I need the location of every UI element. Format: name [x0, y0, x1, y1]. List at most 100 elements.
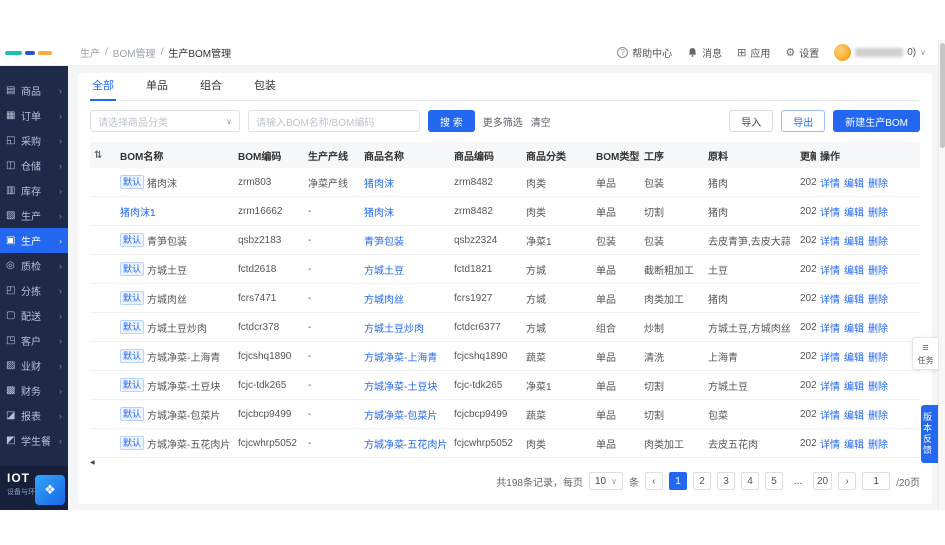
detail-link[interactable]: 详情 — [820, 204, 840, 219]
sidebar-item-finance[interactable]: ▩财务› — [0, 378, 68, 403]
page-button-4[interactable]: 4 — [741, 472, 759, 490]
sidebar-item-business-finance[interactable]: ▨业财› — [0, 353, 68, 378]
default-badge: 默认 — [120, 349, 144, 363]
scroll-left-icon[interactable]: ◀ — [90, 459, 95, 466]
edit-link[interactable]: 编辑 — [844, 436, 864, 451]
delete-link[interactable]: 删除 — [868, 407, 888, 422]
detail-link[interactable]: 详情 — [820, 349, 840, 364]
sidebar-item-student-meals[interactable]: ◩学生餐› — [0, 428, 68, 453]
horizontal-scrollbar[interactable]: ◀ — [90, 458, 920, 466]
edit-link[interactable]: 编辑 — [844, 407, 864, 422]
sidebar-item-sorting[interactable]: ◰分拣› — [0, 278, 68, 303]
bom-name[interactable]: 猪肉沫1 — [120, 204, 156, 219]
product-name-link[interactable]: 青笋包装 — [360, 233, 450, 248]
page-size-select[interactable]: 10∨ — [589, 472, 623, 490]
column-settings-icon[interactable]: ⇅ — [94, 150, 102, 161]
search-button[interactable]: 搜 索 — [428, 110, 475, 132]
page-button-5[interactable]: 5 — [765, 472, 783, 490]
sidebar-item-customers[interactable]: ◳客户› — [0, 328, 68, 353]
category-select[interactable]: 请选择商品分类∨ — [90, 110, 240, 132]
tab-all[interactable]: 全部 — [90, 77, 116, 100]
sidebar-item-delivery[interactable]: ▢配送› — [0, 303, 68, 328]
sidebar-item-warehouse[interactable]: ◫仓储› — [0, 153, 68, 178]
tab-pack[interactable]: 包装 — [252, 77, 278, 100]
task-float-button[interactable]: ≡ 任务 — [912, 337, 938, 370]
more-filters-link[interactable]: 更多筛选 — [483, 114, 523, 129]
sidebar-item-production[interactable]: ▧生产› — [0, 203, 68, 228]
product-name-link[interactable]: 方城肉丝 — [360, 291, 450, 306]
page-ellipsis[interactable]: ... — [789, 472, 807, 490]
breadcrumb-bom[interactable]: BOM管理 — [113, 45, 156, 60]
create-bom-button[interactable]: 新建生产BOM — [833, 110, 920, 132]
chevron-right-icon: › — [59, 136, 62, 146]
detail-link[interactable]: 详情 — [820, 175, 840, 190]
edit-link[interactable]: 编辑 — [844, 320, 864, 335]
sidebar-item-qc[interactable]: ◎质检› — [0, 253, 68, 278]
delete-link[interactable]: 删除 — [868, 291, 888, 306]
delete-link[interactable]: 删除 — [868, 436, 888, 451]
scrollbar-thumb[interactable] — [940, 43, 945, 148]
delete-link[interactable]: 删除 — [868, 349, 888, 364]
sidebar-item-inventory[interactable]: ▥库存› — [0, 178, 68, 203]
detail-link[interactable]: 详情 — [820, 262, 840, 277]
prev-page-button[interactable]: ‹ — [645, 472, 663, 490]
apps-link[interactable]: ⊞应用 — [737, 45, 770, 60]
page-button-2[interactable]: 2 — [693, 472, 711, 490]
product-name-link[interactable]: 方城净菜-五花肉片 — [360, 436, 450, 451]
edit-link[interactable]: 编辑 — [844, 233, 864, 248]
sidebar-item-goods[interactable]: ▤商品› — [0, 78, 68, 103]
product-name-link[interactable]: 方城土豆 — [360, 262, 450, 277]
product-name-link[interactable]: 猪肉沫 — [360, 175, 450, 190]
detail-link[interactable]: 详情 — [820, 291, 840, 306]
help-center-link[interactable]: ?帮助中心 — [617, 45, 672, 60]
page-jump-input[interactable]: 1 — [862, 472, 890, 490]
page-button-20[interactable]: 20 — [813, 472, 832, 490]
delete-link[interactable]: 删除 — [868, 204, 888, 219]
edit-link[interactable]: 编辑 — [844, 175, 864, 190]
delete-link[interactable]: 删除 — [868, 175, 888, 190]
import-button[interactable]: 导入 — [729, 110, 773, 132]
next-page-button[interactable]: › — [838, 472, 856, 490]
page-button-3[interactable]: 3 — [717, 472, 735, 490]
tab-single[interactable]: 单品 — [144, 77, 170, 100]
detail-link[interactable]: 详情 — [820, 378, 840, 393]
delete-link[interactable]: 删除 — [868, 378, 888, 393]
production-line: - — [304, 322, 360, 333]
page-button-1[interactable]: 1 — [669, 472, 687, 490]
edit-link[interactable]: 编辑 — [844, 291, 864, 306]
bom-name: 方城肉丝 — [147, 291, 187, 306]
product-name-link[interactable]: 方城土豆炒肉 — [360, 320, 450, 335]
detail-link[interactable]: 详情 — [820, 233, 840, 248]
vertical-scrollbar[interactable] — [938, 40, 945, 510]
breadcrumb-production[interactable]: 生产 — [80, 45, 100, 60]
feedback-float-button[interactable]: 版本反馈 — [921, 405, 938, 463]
delete-link[interactable]: 删除 — [868, 262, 888, 277]
iot-robot-icon[interactable]: ❖ — [35, 475, 65, 505]
settings-link[interactable]: ⚙设置 — [785, 45, 819, 60]
user-name-redacted — [855, 48, 903, 57]
edit-link[interactable]: 编辑 — [844, 262, 864, 277]
sidebar-item-orders[interactable]: ▦订单› — [0, 103, 68, 128]
delete-link[interactable]: 删除 — [868, 320, 888, 335]
clear-filters-link[interactable]: 清空 — [531, 114, 551, 129]
export-button[interactable]: 导出 — [781, 110, 825, 132]
detail-link[interactable]: 详情 — [820, 407, 840, 422]
sidebar-item-purchase[interactable]: ◱采购› — [0, 128, 68, 153]
edit-link[interactable]: 编辑 — [844, 378, 864, 393]
detail-link[interactable]: 详情 — [820, 436, 840, 451]
keyword-input[interactable]: 请输入BOM名称/BOM编码 — [248, 110, 420, 132]
edit-link[interactable]: 编辑 — [844, 349, 864, 364]
sidebar-item-reports[interactable]: ◪报表› — [0, 403, 68, 428]
detail-link[interactable]: 详情 — [820, 320, 840, 335]
product-name-link[interactable]: 方城净菜-包菜片 — [360, 407, 450, 422]
edit-link[interactable]: 编辑 — [844, 204, 864, 219]
sidebar-item-production-active[interactable]: ▣生产› — [0, 228, 68, 253]
messages-link[interactable]: 消息 — [687, 45, 722, 60]
product-name-link[interactable]: 方城净菜-上海青 — [360, 349, 450, 364]
product-name-link[interactable]: 方城净菜-土豆块 — [360, 378, 450, 393]
user-menu[interactable]: 0) ∨ — [834, 44, 926, 61]
bom-table: ⇅ BOM名称 BOM编码 生产产线 商品名称 商品编码 商品分类 BOM类型 … — [90, 142, 920, 458]
tab-combo[interactable]: 组合 — [198, 77, 224, 100]
product-name-link[interactable]: 猪肉沫 — [360, 204, 450, 219]
delete-link[interactable]: 删除 — [868, 233, 888, 248]
